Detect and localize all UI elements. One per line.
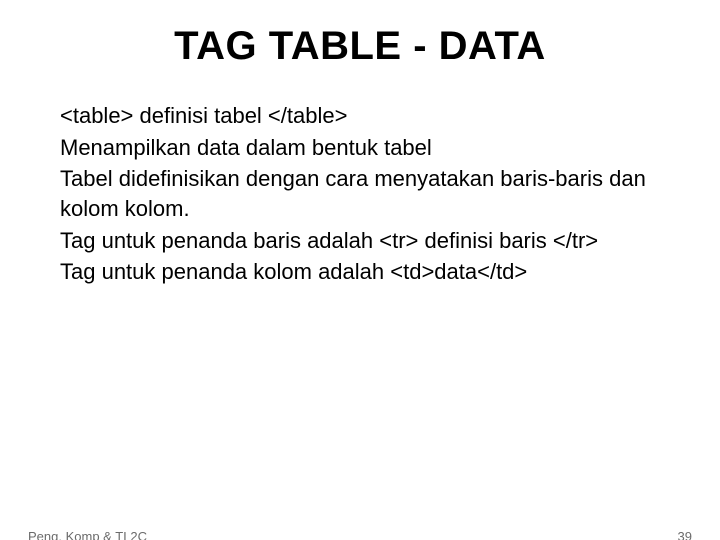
slide-title: TAG TABLE - DATA bbox=[0, 24, 720, 69]
footer-left: Peng. Komp & TI 2C bbox=[28, 529, 147, 540]
body-line-2: Menampilkan data dalam bentuk tabel bbox=[60, 133, 660, 163]
body-line-1: <table> definisi tabel </table> bbox=[60, 101, 660, 131]
slide-body: <table> definisi tabel </table> Menampil… bbox=[60, 101, 660, 287]
body-line-5: Tag untuk penanda kolom adalah <td>data<… bbox=[60, 257, 660, 287]
body-line-4: Tag untuk penanda baris adalah <tr> defi… bbox=[60, 226, 660, 256]
slide: TAG TABLE - DATA <table> definisi tabel … bbox=[0, 24, 720, 540]
body-line-3: Tabel didefinisikan dengan cara menyatak… bbox=[60, 164, 660, 223]
page-number: 39 bbox=[678, 529, 692, 540]
